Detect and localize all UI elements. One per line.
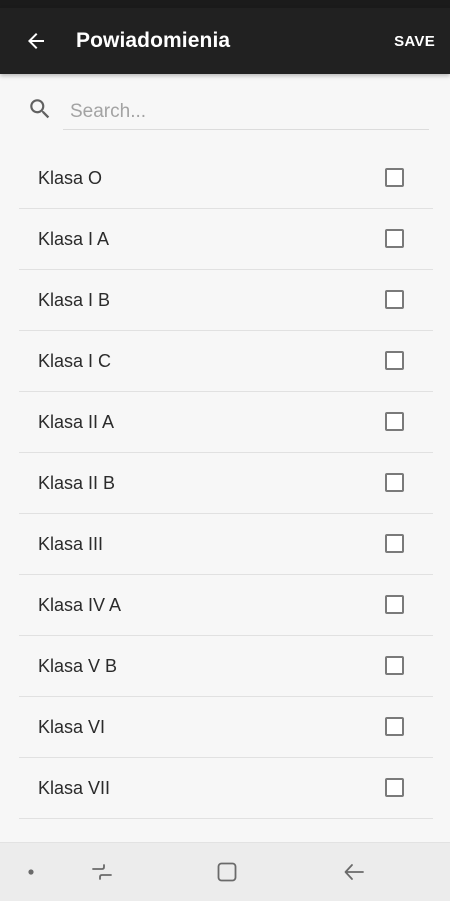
class-list-item[interactable]: Klasa I A (19, 209, 433, 270)
system-nav-bar (0, 842, 450, 901)
class-checkbox[interactable] (385, 412, 404, 431)
app-toolbar: Powiadomienia SAVE (0, 8, 450, 74)
recents-icon (92, 864, 112, 880)
class-list-item[interactable]: Klasa O (19, 148, 433, 209)
search-input[interactable] (63, 94, 429, 130)
class-label: Klasa I A (38, 229, 110, 249)
class-checkbox[interactable] (385, 351, 404, 370)
class-label: Klasa V B (38, 656, 118, 676)
class-checkbox[interactable] (385, 717, 404, 736)
class-checkbox[interactable] (385, 290, 404, 309)
nav-dot-button[interactable] (18, 843, 44, 901)
class-label: Klasa IV A (38, 595, 122, 615)
class-checkbox[interactable] (385, 595, 404, 614)
back-button[interactable] (21, 26, 51, 56)
class-checkbox[interactable] (385, 778, 404, 797)
class-checkbox[interactable] (385, 473, 404, 492)
class-list-item[interactable]: Klasa VI (19, 697, 433, 758)
save-button[interactable]: SAVE (394, 8, 435, 74)
class-list-item[interactable]: Klasa IV A (19, 575, 433, 636)
class-checkbox[interactable] (385, 229, 404, 248)
class-label: Klasa VII (38, 778, 111, 798)
class-checkbox[interactable] (385, 168, 404, 187)
class-label: Klasa II B (38, 473, 116, 493)
class-label: Klasa III (38, 534, 104, 554)
class-list-item[interactable]: Klasa II A (19, 392, 433, 453)
class-list-item[interactable]: Klasa III (19, 514, 433, 575)
home-icon (217, 862, 237, 882)
status-bar (0, 0, 450, 8)
class-list-item[interactable]: Klasa V B (19, 636, 433, 697)
class-label: Klasa II A (38, 412, 115, 432)
class-list-item[interactable]: Klasa I C (19, 331, 433, 392)
class-list-item[interactable]: Klasa VII (19, 758, 433, 819)
class-label: Klasa O (38, 168, 103, 188)
class-checkbox[interactable] (385, 534, 404, 553)
arrow-left-icon (28, 33, 44, 49)
class-list-item[interactable]: Klasa I B (19, 270, 433, 331)
search-icon (30, 99, 50, 119)
recents-button[interactable] (80, 843, 124, 901)
nav-back-button[interactable] (332, 843, 376, 901)
search-bar (0, 74, 450, 144)
class-label: Klasa I B (38, 290, 111, 310)
page-title: Powiadomienia (76, 29, 231, 52)
home-button[interactable] (205, 843, 249, 901)
back-icon (344, 864, 364, 880)
class-checkbox[interactable] (385, 656, 404, 675)
class-label: Klasa VI (38, 717, 106, 737)
class-label: Klasa I C (38, 351, 112, 371)
dot-icon (28, 869, 34, 875)
class-list-item[interactable]: Klasa II B (19, 453, 433, 514)
class-list: Klasa O Klasa I A Klasa I B Klasa I C Klasa … (19, 148, 433, 819)
